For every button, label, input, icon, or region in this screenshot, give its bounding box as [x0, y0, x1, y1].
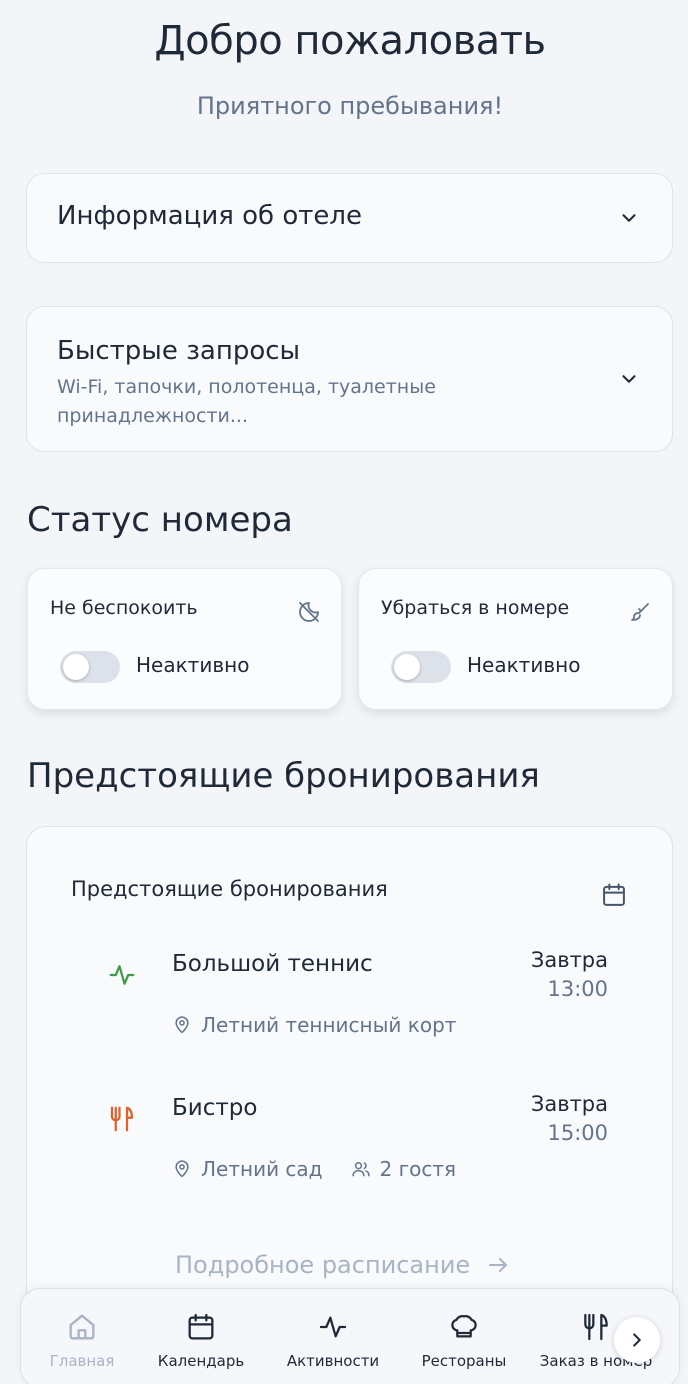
booking-name: Бистро	[172, 1095, 258, 1121]
chevron-down-icon	[622, 375, 636, 383]
booking-time: 13:00	[547, 977, 608, 1001]
arrow-right-icon	[489, 1258, 508, 1272]
do-not-disturb-toggle[interactable]	[60, 651, 120, 683]
nav-item-activities[interactable]: Активности	[268, 1311, 398, 1370]
utensils-icon	[584, 1313, 608, 1341]
bottom-nav: Главная Календарь Активности Рестораны З…	[20, 1288, 680, 1384]
map-pin-icon	[175, 1016, 189, 1034]
nav-label: Главная	[49, 1352, 115, 1370]
booking-meta: Летний сад 2 гостя	[172, 1157, 484, 1181]
bookings-heading: Предстоящие бронирования	[27, 756, 540, 796]
brush-icon	[631, 603, 649, 621]
nav-item-home[interactable]: Главная	[21, 1311, 147, 1370]
map-pin-icon	[175, 1160, 189, 1178]
booking-item-tennis[interactable]: Большой теннис Завтра 13:00 Летний тенни…	[27, 945, 674, 1065]
quick-requests-accordion[interactable]: Быстрые запросы Wi-Fi, тапочки, полотенц…	[26, 306, 673, 452]
booking-location: Летний теннисный корт	[172, 1013, 456, 1037]
detailed-schedule-link[interactable]: Подробное расписание	[175, 1251, 510, 1279]
room-status-heading: Статус номера	[27, 500, 293, 540]
booking-item-bistro[interactable]: Бистро Завтра 15:00 Летний сад 2 гостя	[27, 1089, 674, 1209]
clean-room-card: Убраться в номере Неактивно	[358, 568, 673, 710]
clean-room-title: Убраться в номере	[381, 597, 570, 619]
activity-icon	[109, 965, 135, 985]
users-icon	[351, 1162, 370, 1177]
booking-name: Большой теннис	[172, 951, 373, 977]
hotel-info-title: Информация об отеле	[57, 201, 363, 231]
nav-label: Календарь	[157, 1352, 245, 1370]
quick-requests-title: Быстрые запросы	[57, 336, 301, 366]
calendar-icon	[188, 1313, 214, 1340]
nav-item-calendar[interactable]: Календарь	[136, 1311, 266, 1370]
clean-room-state: Неактивно	[467, 653, 581, 677]
toggle-knob	[394, 654, 420, 680]
booking-time: 15:00	[547, 1121, 608, 1145]
booking-guests-text: 2 гостя	[379, 1157, 457, 1181]
nav-item-restaurants[interactable]: Рестораны	[399, 1311, 529, 1370]
booking-day: Завтра	[530, 948, 608, 972]
hotel-info-accordion[interactable]: Информация об отеле	[26, 173, 673, 263]
nav-label: Рестораны	[421, 1352, 507, 1370]
detailed-schedule-label: Подробное расписание	[175, 1251, 471, 1279]
page-subtitle: Приятного пребывания!	[196, 92, 504, 120]
home-screen: Добро пожаловать Приятного пребывания! И…	[0, 0, 688, 1384]
activity-icon	[319, 1316, 347, 1338]
do-not-disturb-state: Неактивно	[136, 653, 250, 677]
do-not-disturb-icon	[299, 602, 319, 622]
clean-room-toggle[interactable]	[391, 651, 451, 683]
utensils-icon	[110, 1106, 134, 1132]
toggle-knob	[63, 654, 89, 680]
booking-location: Летний сад	[172, 1157, 323, 1181]
booking-meta: Летний теннисный корт	[172, 1013, 484, 1037]
home-icon	[69, 1314, 95, 1340]
booking-guests: 2 гостя	[351, 1157, 457, 1181]
chevron-down-icon	[622, 214, 636, 222]
booking-day: Завтра	[530, 1092, 608, 1116]
do-not-disturb-title: Не беспокоить	[50, 597, 198, 619]
booking-location-text: Летний сад	[201, 1157, 323, 1181]
chef-hat-icon	[451, 1315, 477, 1338]
nav-label: Активности	[286, 1352, 380, 1370]
nav-scroll-right-button[interactable]	[614, 1317, 660, 1363]
booking-location-text: Летний теннисный корт	[201, 1013, 457, 1037]
bookings-card-title: Предстоящие бронирования	[71, 877, 388, 901]
page-title: Добро пожаловать	[154, 18, 546, 64]
chevron-right-icon	[633, 1333, 641, 1347]
quick-requests-subtitle: Wi-Fi, тапочки, полотенца, туалетные при…	[57, 376, 436, 427]
do-not-disturb-card: Не беспокоить Неактивно	[27, 568, 342, 710]
calendar-icon[interactable]	[600, 881, 628, 909]
